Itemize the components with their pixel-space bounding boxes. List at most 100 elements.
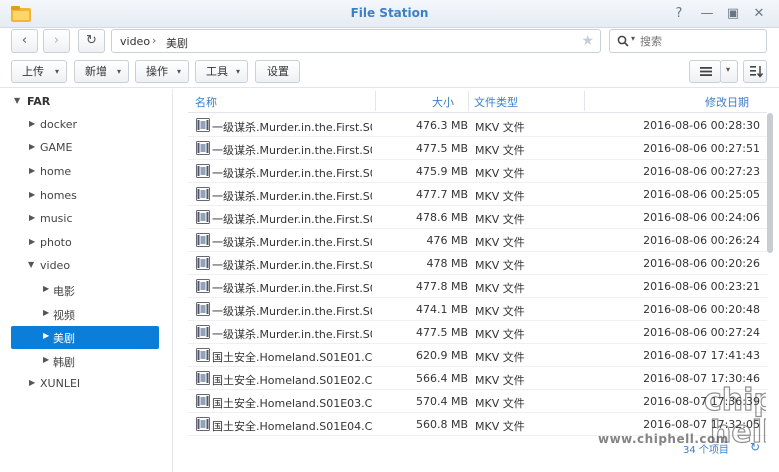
table-row[interactable]: 一级谋杀.Murder.in.the.First.S0... 477.7 MB MK… bbox=[188, 183, 767, 206]
search-options-caret-icon[interactable]: ▾ bbox=[631, 34, 635, 43]
collapse-arrow-icon[interactable]: ▶ bbox=[29, 378, 35, 387]
file-name: 一级谋杀.Murder.in.the.First.S0... bbox=[212, 213, 372, 226]
create-button[interactable]: 新增 ▾ bbox=[74, 60, 129, 83]
collapse-arrow-icon[interactable]: ▶ bbox=[29, 142, 35, 151]
tree-item-xunlei[interactable]: ▶ XUNLEI bbox=[0, 373, 172, 396]
table-row[interactable]: 一级谋杀.Murder.in.the.First.S0... 478 MB MKV … bbox=[188, 252, 767, 275]
table-row[interactable]: 国土安全.Homeland.S01E01.C... 620.9 MB MKV 文件 2… bbox=[188, 344, 767, 367]
file-size: 474.1 MB bbox=[415, 303, 468, 316]
action-button[interactable]: 操作 ▾ bbox=[135, 60, 189, 83]
table-row[interactable]: 一级谋杀.Murder.in.the.First.S0... 476 MB MKV … bbox=[188, 229, 767, 252]
help-icon[interactable]: ? bbox=[670, 5, 688, 23]
close-icon[interactable]: ✕ bbox=[750, 5, 768, 23]
tree-item-photo[interactable]: ▶ photo bbox=[0, 232, 172, 255]
tree-item-label: music bbox=[40, 212, 73, 225]
file-size: 475.9 MB bbox=[415, 165, 468, 178]
column-divider[interactable] bbox=[468, 91, 469, 111]
tree-item-label: video bbox=[40, 259, 71, 272]
chevron-left-icon: ‹ bbox=[21, 33, 28, 48]
tree-item-music[interactable]: ▶ music bbox=[0, 208, 172, 231]
table-row[interactable]: 一级谋杀.Murder.in.the.First.S0... 475.9 MB MK… bbox=[188, 160, 767, 183]
expand-arrow-icon[interactable]: ▼ bbox=[28, 260, 34, 269]
file-size: 560.8 MB bbox=[415, 418, 468, 431]
forward-button[interactable]: › bbox=[43, 29, 70, 53]
tree-item-homes[interactable]: ▶ homes bbox=[0, 185, 172, 208]
tree-item-korean-tv[interactable]: ▶ 韩剧 bbox=[0, 350, 172, 373]
column-header-size[interactable]: 大小 bbox=[432, 94, 454, 110]
path-segment-current[interactable]: 美剧 bbox=[166, 35, 188, 51]
path-separator-icon: › bbox=[152, 34, 157, 47]
video-file-icon bbox=[196, 394, 210, 408]
video-file-icon bbox=[196, 256, 210, 270]
tree-item-root[interactable]: ▼ FAR bbox=[0, 91, 172, 114]
tree-item-video[interactable]: ▼ video bbox=[0, 255, 172, 278]
tree-item-videos[interactable]: ▶ 视频 bbox=[0, 303, 172, 326]
video-file-icon bbox=[196, 187, 210, 201]
tree-item-home[interactable]: ▶ home bbox=[0, 161, 172, 184]
folder-tree: ▼ FAR ▶ docker ▶ GAME ▶ home ▶ homes ▶ m… bbox=[0, 89, 173, 472]
column-divider[interactable] bbox=[375, 91, 376, 111]
collapse-arrow-icon[interactable]: ▶ bbox=[43, 331, 49, 340]
sort-button[interactable] bbox=[743, 60, 767, 83]
file-type: MKV 文件 bbox=[475, 190, 525, 203]
collapse-arrow-icon[interactable]: ▶ bbox=[29, 166, 35, 175]
file-modified: 2016-08-06 00:27:51 bbox=[643, 142, 760, 155]
upload-button[interactable]: 上传 ▾ bbox=[11, 60, 67, 83]
table-row[interactable]: 一级谋杀.Murder.in.the.First.S0... 477.5 MB MK… bbox=[188, 321, 767, 344]
file-size: 620.9 MB bbox=[415, 349, 468, 362]
back-button[interactable]: ‹ bbox=[11, 29, 38, 53]
view-mode-button[interactable] bbox=[689, 60, 721, 83]
video-file-icon bbox=[196, 141, 210, 155]
tree-item-us-tv[interactable]: ▶ 美剧 bbox=[11, 326, 159, 349]
table-row[interactable]: 一级谋杀.Murder.in.the.First.S0... 477.8 MB MK… bbox=[188, 275, 767, 298]
path-segment-video[interactable]: video bbox=[120, 35, 150, 48]
table-row[interactable]: 一级谋杀.Murder.in.the.First.S0... 476.3 MB MK… bbox=[188, 114, 767, 137]
path-bar[interactable]: video › 美剧 ★ bbox=[111, 29, 601, 53]
collapse-arrow-icon[interactable]: ▶ bbox=[43, 355, 49, 364]
file-modified: 2016-08-06 00:20:26 bbox=[643, 257, 760, 270]
maximize-icon[interactable]: ▣ bbox=[724, 5, 742, 23]
caret-down-icon: ▾ bbox=[116, 67, 121, 76]
table-row[interactable]: 一级谋杀.Murder.in.the.First.S0... 474.1 MB MK… bbox=[188, 298, 767, 321]
tree-item-game[interactable]: ▶ GAME bbox=[0, 137, 172, 160]
minimize-icon[interactable]: — bbox=[698, 5, 716, 23]
tree-item-docker[interactable]: ▶ docker bbox=[0, 114, 172, 137]
refresh-button[interactable]: ↻ bbox=[78, 29, 105, 53]
file-type: MKV 文件 bbox=[475, 305, 525, 318]
refresh-list-icon[interactable]: ↻ bbox=[750, 440, 760, 454]
file-modified: 2016-08-06 00:23:21 bbox=[643, 280, 760, 293]
table-row[interactable]: 一级谋杀.Murder.in.the.First.S0... 478.6 MB MK… bbox=[188, 206, 767, 229]
file-type: MKV 文件 bbox=[475, 167, 525, 180]
column-header-modified[interactable]: 修改日期 bbox=[705, 94, 749, 110]
view-mode-dropdown[interactable]: ▾ bbox=[720, 60, 738, 83]
collapse-arrow-icon[interactable]: ▶ bbox=[43, 284, 49, 293]
search-input[interactable] bbox=[640, 33, 760, 49]
tree-item-label: photo bbox=[40, 236, 72, 249]
expand-arrow-icon[interactable]: ▼ bbox=[14, 96, 20, 105]
file-name: 国土安全.Homeland.S01E04.C... bbox=[212, 420, 372, 433]
collapse-arrow-icon[interactable]: ▶ bbox=[29, 119, 35, 128]
tree-item-movies[interactable]: ▶ 电影 bbox=[0, 279, 172, 302]
list-view-icon bbox=[700, 67, 712, 76]
action-label: 操作 bbox=[146, 65, 168, 78]
file-name: 国土安全.Homeland.S01E03.C... bbox=[212, 397, 372, 410]
collapse-arrow-icon[interactable]: ▶ bbox=[29, 237, 35, 246]
settings-button[interactable]: 设置 bbox=[255, 60, 300, 83]
column-header-type[interactable]: 文件类型 bbox=[474, 94, 518, 110]
vertical-scrollbar[interactable] bbox=[767, 113, 773, 253]
collapse-arrow-icon[interactable]: ▶ bbox=[29, 213, 35, 222]
tools-button[interactable]: 工具 ▾ bbox=[195, 60, 248, 83]
file-size: 477.5 MB bbox=[415, 326, 468, 339]
column-header-name[interactable]: 名称 bbox=[195, 94, 217, 110]
search-box[interactable]: ▾ bbox=[609, 29, 767, 53]
file-type: MKV 文件 bbox=[475, 144, 525, 157]
star-icon[interactable]: ★ bbox=[581, 33, 594, 49]
table-row[interactable]: 国土安全.Homeland.S01E02.C... 566.4 MB MKV 文件 2… bbox=[188, 367, 767, 390]
column-divider[interactable] bbox=[584, 91, 585, 111]
file-type: MKV 文件 bbox=[475, 282, 525, 295]
file-modified: 2016-08-06 00:26:24 bbox=[643, 234, 760, 247]
table-row[interactable]: 国土安全.Homeland.S01E03.C... 570.4 MB MKV 文件 2… bbox=[188, 390, 767, 413]
table-row[interactable]: 一级谋杀.Murder.in.the.First.S0... 477.5 MB MK… bbox=[188, 137, 767, 160]
collapse-arrow-icon[interactable]: ▶ bbox=[43, 308, 49, 317]
collapse-arrow-icon[interactable]: ▶ bbox=[29, 190, 35, 199]
